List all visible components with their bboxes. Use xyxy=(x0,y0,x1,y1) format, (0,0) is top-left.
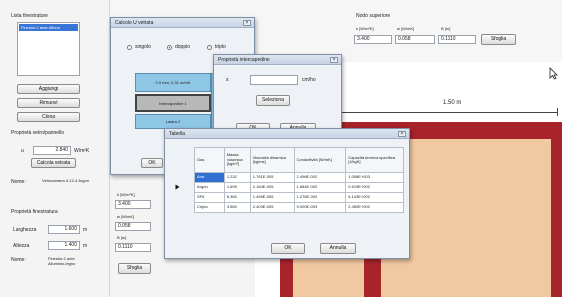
glazing-layer-2[interactable]: Intercapedine 1 xyxy=(135,94,211,112)
table-cell[interactable]: 6.360 xyxy=(223,192,251,203)
u-label: u xyxy=(21,148,24,154)
mid-w-field[interactable]: 0.058 xyxy=(115,222,151,231)
table-cell[interactable]: 1.276E-002 xyxy=(293,192,347,203)
name2-value: Finestra 2 ante Alluminio-legno xyxy=(48,256,76,266)
calc-dialog-title: Calcolo U vetrata xyxy=(111,18,254,28)
mid-b-label: B [m] xyxy=(117,235,127,240)
node-section-title: Nodo superiore xyxy=(356,13,391,19)
height-field[interactable]: 1.400 xyxy=(48,241,80,250)
frame-props-title: Proprietà finestratura xyxy=(11,209,58,215)
gas-table-dialog: Tabella × Gas Massa volumica [kg/m³] Vis… xyxy=(164,128,410,259)
s-field[interactable] xyxy=(250,75,298,85)
table-row[interactable]: Argon 1.699 2.164E-005 1.684E-002 0.519E… xyxy=(194,182,404,193)
u-unit: W/m²K xyxy=(74,148,90,154)
table-dialog-title: Tabella xyxy=(165,129,409,139)
table-cancel-button[interactable]: Annulla xyxy=(320,243,356,254)
s-label: s xyxy=(226,77,229,83)
header-viscosity[interactable]: Viscosità dinamica [kg/ms] xyxy=(249,147,295,173)
radio-single-label: singolo xyxy=(135,44,151,50)
table-row[interactable]: Aria 1.232 1.761E-005 2.496E-002 1.008E+… xyxy=(194,172,404,183)
list-title: Lista finestrature xyxy=(11,13,48,19)
mid-b-field[interactable]: 0.1110 xyxy=(115,243,151,252)
glazing-layer-3[interactable]: Lastra 2 xyxy=(135,114,211,129)
select-gas-button[interactable]: Seleziona xyxy=(256,95,290,106)
node-col2-header: w [W/mK] xyxy=(397,26,415,31)
table-cell[interactable]: SF6 xyxy=(194,192,225,203)
node-k-field[interactable]: 3.400 xyxy=(354,35,392,44)
mid-browse-button[interactable]: Sfoglia xyxy=(118,263,151,274)
name2-label: Nome: xyxy=(11,257,26,263)
table-cell[interactable]: 2.164E-005 xyxy=(249,182,295,193)
finestrature-list[interactable]: Finestra 2 ante Albero xyxy=(17,22,80,76)
node-col3-header: B [m] xyxy=(441,26,451,31)
table-cell[interactable]: 6.143E+002 xyxy=(345,192,404,203)
table-cell[interactable]: 3.560 xyxy=(223,202,251,213)
table-ok-button[interactable]: OK xyxy=(271,243,305,254)
list-item[interactable]: Finestra 2 ante Albero xyxy=(19,24,78,31)
close-icon[interactable]: × xyxy=(243,20,251,26)
header-gas[interactable]: Gas xyxy=(194,147,225,173)
radio-double-label: doppio xyxy=(175,44,191,50)
glazing-layer-1[interactable]: 0.0 mm, 0.31 m/mK xyxy=(135,73,211,92)
table-cell[interactable]: Cripto xyxy=(194,202,225,213)
dimension-label: 1.50 m xyxy=(443,100,462,106)
close-icon[interactable]: × xyxy=(330,57,338,63)
table-cell[interactable]: Argon xyxy=(194,182,225,193)
s-unit: cm/ho xyxy=(302,77,316,83)
node-browse-button[interactable]: Sfoglia xyxy=(481,34,516,45)
header-conductivity[interactable]: Conduttività [W/mK] xyxy=(293,147,347,173)
glazing-props-title: Proprietà vetro/pannello xyxy=(11,130,65,136)
arrow-cursor-icon xyxy=(549,67,558,80)
interspace-dialog: Proprietà intercapedine × s cm/ho Selezi… xyxy=(213,54,342,137)
table-cell[interactable]: 2.403E-005 xyxy=(249,202,295,213)
mid-k-label: k [W/m²K] xyxy=(117,192,135,197)
add-button[interactable]: Aggiungi xyxy=(17,84,80,94)
radio-triple[interactable] xyxy=(207,45,212,50)
node-col1-header: k [W/m²K] xyxy=(356,26,374,31)
width-unit: m xyxy=(83,227,88,233)
radio-double[interactable] xyxy=(167,45,172,50)
height-label: Altezza xyxy=(13,243,30,249)
dimension-tick-right xyxy=(557,108,558,116)
mid-k-field[interactable]: 3.400 xyxy=(115,200,151,209)
table-cell[interactable]: 1.699 xyxy=(223,182,251,193)
header-density[interactable]: Massa volumica [kg/m³] xyxy=(223,147,251,173)
table-cell[interactable]: Aria xyxy=(194,172,225,183)
table-cell[interactable]: 2.450E+002 xyxy=(345,202,404,213)
table-row[interactable]: Cripto 3.560 2.403E-005 9.000E-003 2.450… xyxy=(194,202,404,213)
width-field[interactable]: 1.600 xyxy=(48,225,80,234)
table-cell[interactable]: 1.684E-002 xyxy=(293,182,347,193)
table-row[interactable]: SF6 6.360 1.459E-005 1.276E-002 6.143E+0… xyxy=(194,192,404,203)
table-header-row: Gas Massa volumica [kg/m³] Viscosità din… xyxy=(194,147,404,173)
node-w-field[interactable]: 0.058 xyxy=(395,35,435,44)
name-label: Nome: xyxy=(11,179,26,185)
clone-button[interactable]: Clona xyxy=(17,112,80,122)
name-value: Vetrocamera 4-12-4 Argon xyxy=(42,178,89,183)
header-heat-capacity[interactable]: Capacità termica specifica [J/kgK] xyxy=(345,147,404,173)
close-icon[interactable]: × xyxy=(398,131,406,137)
calc-glazing-button[interactable]: Calcola vetrata xyxy=(31,158,76,168)
table-cell[interactable]: 1.761E-005 xyxy=(249,172,295,183)
table-cell[interactable]: 1.008E+003 xyxy=(345,172,404,183)
table-cell[interactable]: 0.519E+002 xyxy=(345,182,404,193)
radio-single[interactable] xyxy=(127,45,132,50)
calc-ok-button[interactable]: OK xyxy=(141,158,163,168)
interspace-dialog-title: Proprietà intercapedine xyxy=(214,55,341,65)
row-pointer-icon xyxy=(175,184,180,190)
u-value-field[interactable]: 2.840 xyxy=(33,146,71,155)
table-cell[interactable]: 1.232 xyxy=(223,172,251,183)
mid-w-label: w [W/mK] xyxy=(117,214,135,219)
radio-triple-label: triplo xyxy=(215,44,226,50)
gas-table: Gas Massa volumica [kg/m³] Viscosità din… xyxy=(194,147,404,213)
width-label: Larghezza xyxy=(13,227,37,233)
table-cell[interactable]: 9.000E-003 xyxy=(293,202,347,213)
height-unit: m xyxy=(83,243,88,249)
table-cell[interactable]: 1.459E-005 xyxy=(249,192,295,203)
remove-button[interactable]: Rimuovi xyxy=(17,98,80,108)
table-cell[interactable]: 2.496E-002 xyxy=(293,172,347,183)
node-b-field[interactable]: 0.1110 xyxy=(438,35,476,44)
